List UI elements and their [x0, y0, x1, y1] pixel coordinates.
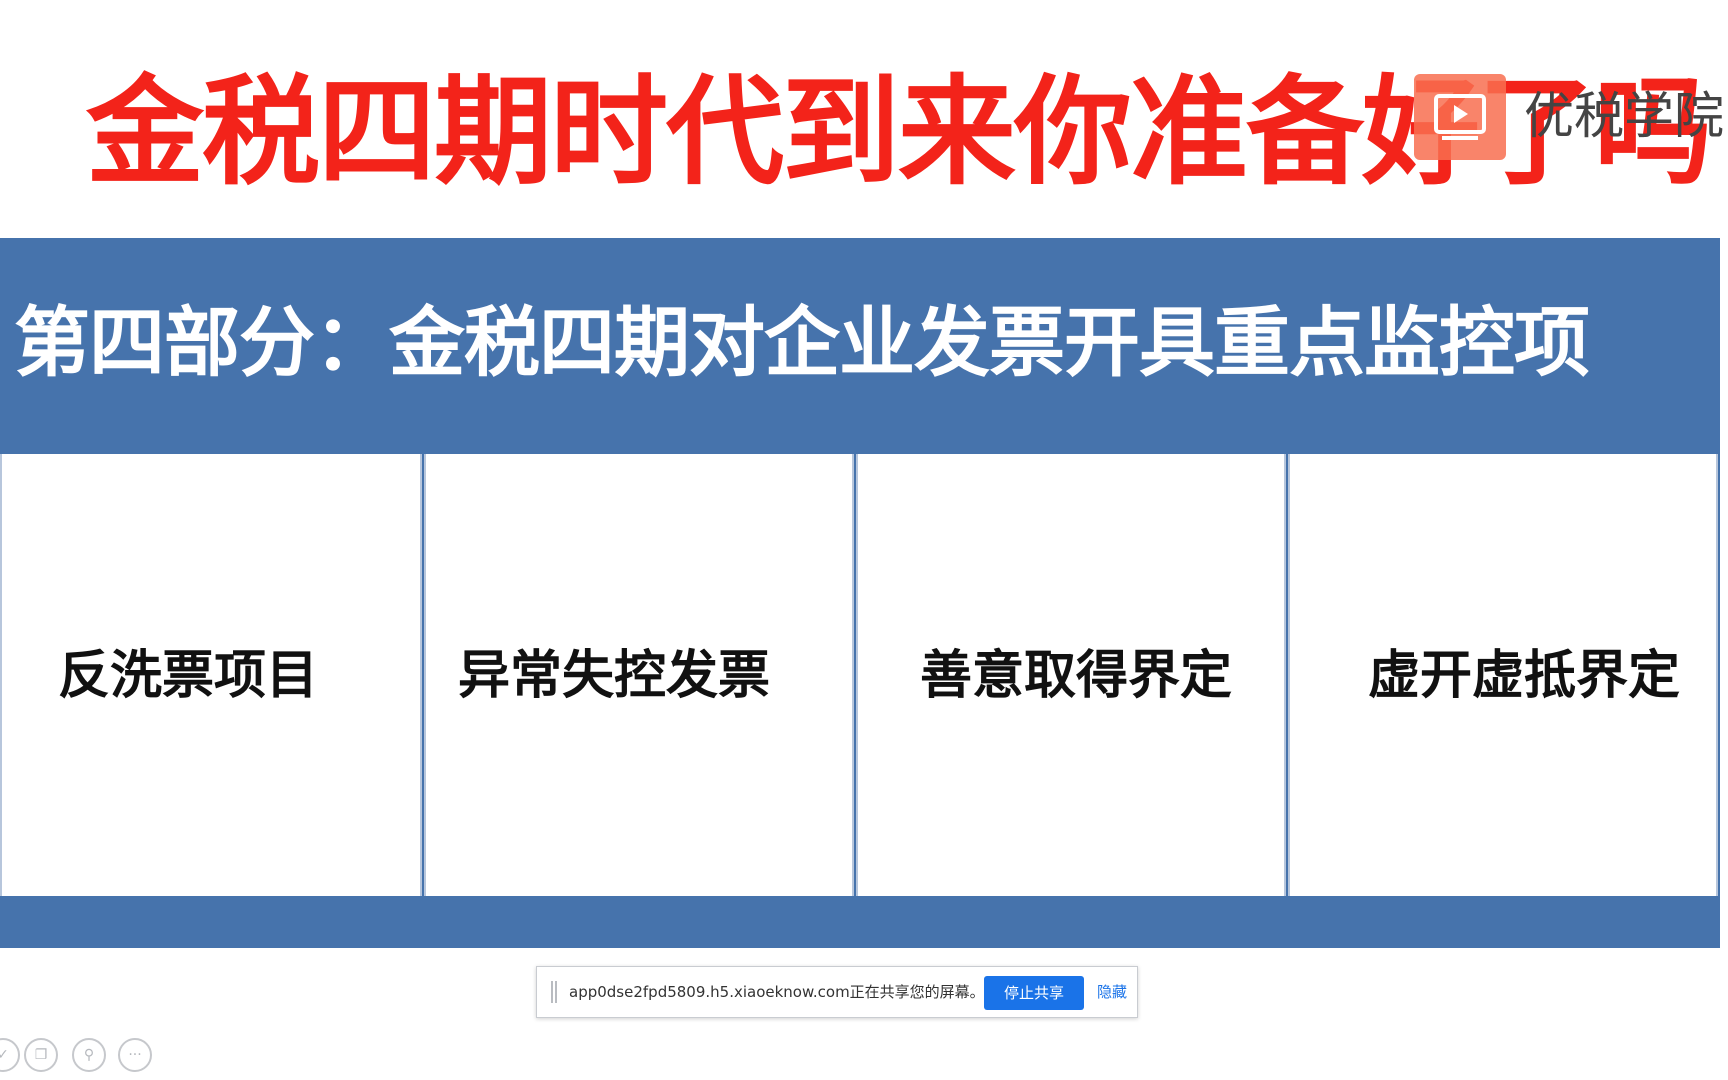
- card-label: 反洗票项目: [58, 646, 319, 706]
- stop-share-button[interactable]: 停止共享: [984, 976, 1084, 1010]
- card-abnormal-invoice: 异常失控发票: [424, 454, 854, 896]
- card-label: 异常失控发票: [458, 646, 771, 706]
- hide-button[interactable]: 隐藏: [1097, 982, 1127, 1002]
- check-icon[interactable]: ✓: [0, 1038, 20, 1072]
- share-message: app0dse2fpd5809.h5.xiaoeknow.com正在共享您的屏幕…: [569, 983, 985, 1001]
- slide-title: 金税四期时代到来你准备好了吗: [86, 63, 1712, 201]
- card-false-invoicing: 虚开虚抵界定: [1288, 454, 1718, 896]
- bottom-toolbar: ✓ ❐ ⚲ ···: [0, 1038, 170, 1078]
- screen-share-bar: app0dse2fpd5809.h5.xiaoeknow.com正在共享您的屏幕…: [536, 966, 1138, 1018]
- slide-page: 金税四期时代到来你准备好了吗 优税学院 第四部分：金税四期对企业发票开具重点监控…: [0, 0, 1728, 1080]
- play-icon: [1434, 94, 1486, 140]
- card-row: 反洗票项目 异常失控发票 善意取得界定 虚开虚抵界定: [0, 450, 1720, 900]
- card-label: 虚开虚抵界定: [1368, 646, 1681, 706]
- card-label: 善意取得界定: [920, 646, 1233, 706]
- drag-handle[interactable]: [551, 981, 557, 1003]
- watermark-logo: [1414, 74, 1506, 160]
- search-icon[interactable]: ⚲: [72, 1038, 106, 1072]
- card-good-faith: 善意取得界定: [856, 454, 1286, 896]
- more-icon[interactable]: ···: [118, 1038, 152, 1072]
- footer-band: [0, 900, 1720, 948]
- card-anti-laundering: 反洗票项目: [0, 454, 422, 896]
- copy-icon[interactable]: ❐: [24, 1038, 58, 1072]
- section-title: 第四部分：金税四期对企业发票开具重点监控项: [14, 298, 1590, 387]
- watermark-text: 优税学院: [1524, 87, 1724, 145]
